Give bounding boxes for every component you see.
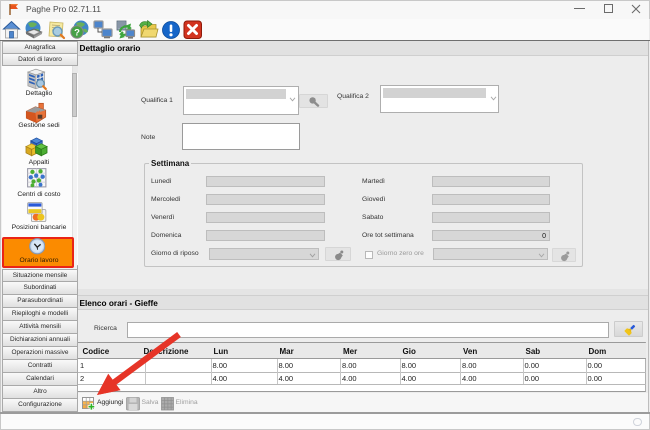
svg-text:?: ? — [74, 27, 80, 38]
